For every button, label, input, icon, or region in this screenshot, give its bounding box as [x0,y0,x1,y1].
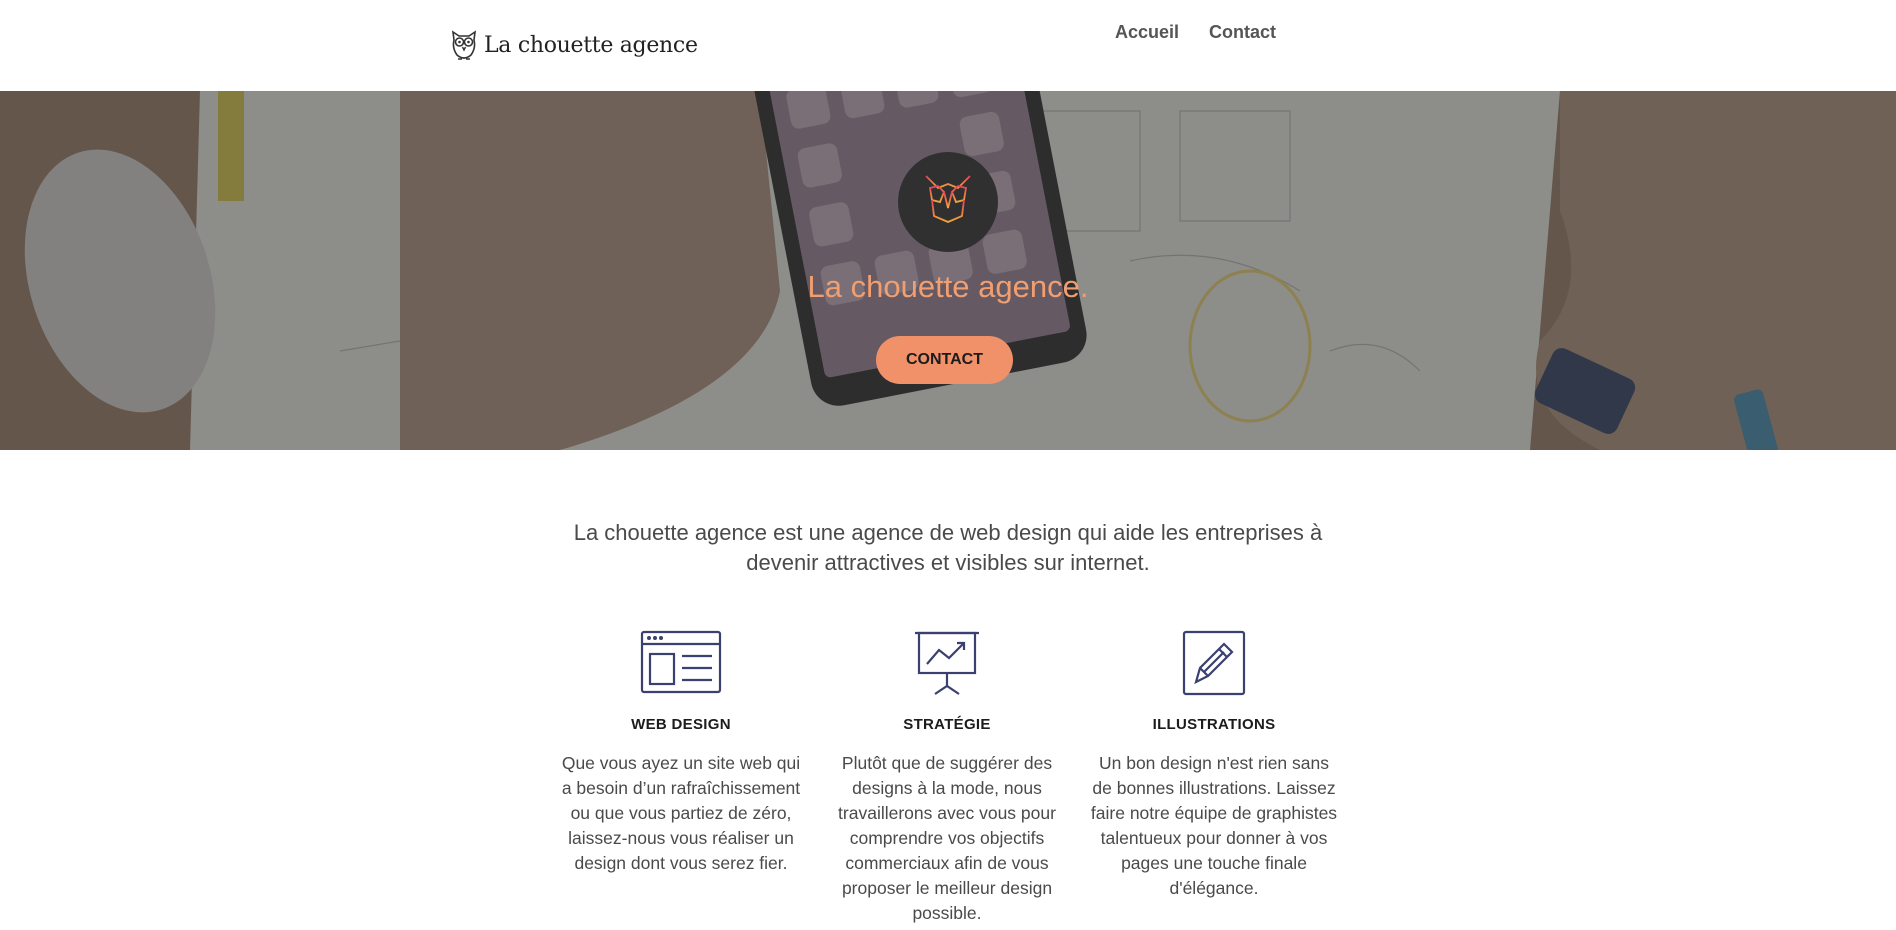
feature-title: STRATÉGIE [903,716,991,733]
feature-description: Que vous ayez un site web qui a besoin d… [561,753,801,873]
feature-web-design: WEB DESIGN Que vous ayez un site web qui… [556,630,806,876]
feature-description: Plutôt que de suggérer des designs à la … [838,753,1056,923]
intro-text: La chouette agence est une agence de web… [573,520,1323,575]
owl-geometric-icon [925,175,971,229]
logo[interactable]: La chouette agence [449,28,698,62]
logo-text: La chouette agence [484,32,698,58]
web-design-icon [640,630,722,694]
pencil-icon [1182,630,1246,696]
hero-contact-button[interactable]: CONTACT [876,336,1013,384]
hero-title: La chouette agence. [807,269,1089,304]
nav-link-accueil[interactable]: Accueil [1115,22,1179,43]
nav-link-contact[interactable]: Contact [1209,22,1276,43]
hero-banner: La chouette agence. CONTACT [0,91,1896,450]
feature-strategie: STRATÉGIE Plutôt que de suggérer des des… [822,630,1072,926]
hero-owl-badge [898,152,998,252]
feature-description: Un bon design n'est rien sans de bonnes … [1090,753,1338,898]
feature-illustrations: ILLUSTRATIONS Un bon design n'est rien s… [1089,630,1339,901]
feature-title: ILLUSTRATIONS [1152,716,1276,733]
site-header: La chouette agence Accueil Contact [0,0,1896,91]
owl-logo-icon [451,30,477,60]
main-nav: Accueil Contact [1115,22,1276,43]
strategy-chart-icon [915,631,979,695]
feature-title: WEB DESIGN [631,716,731,733]
